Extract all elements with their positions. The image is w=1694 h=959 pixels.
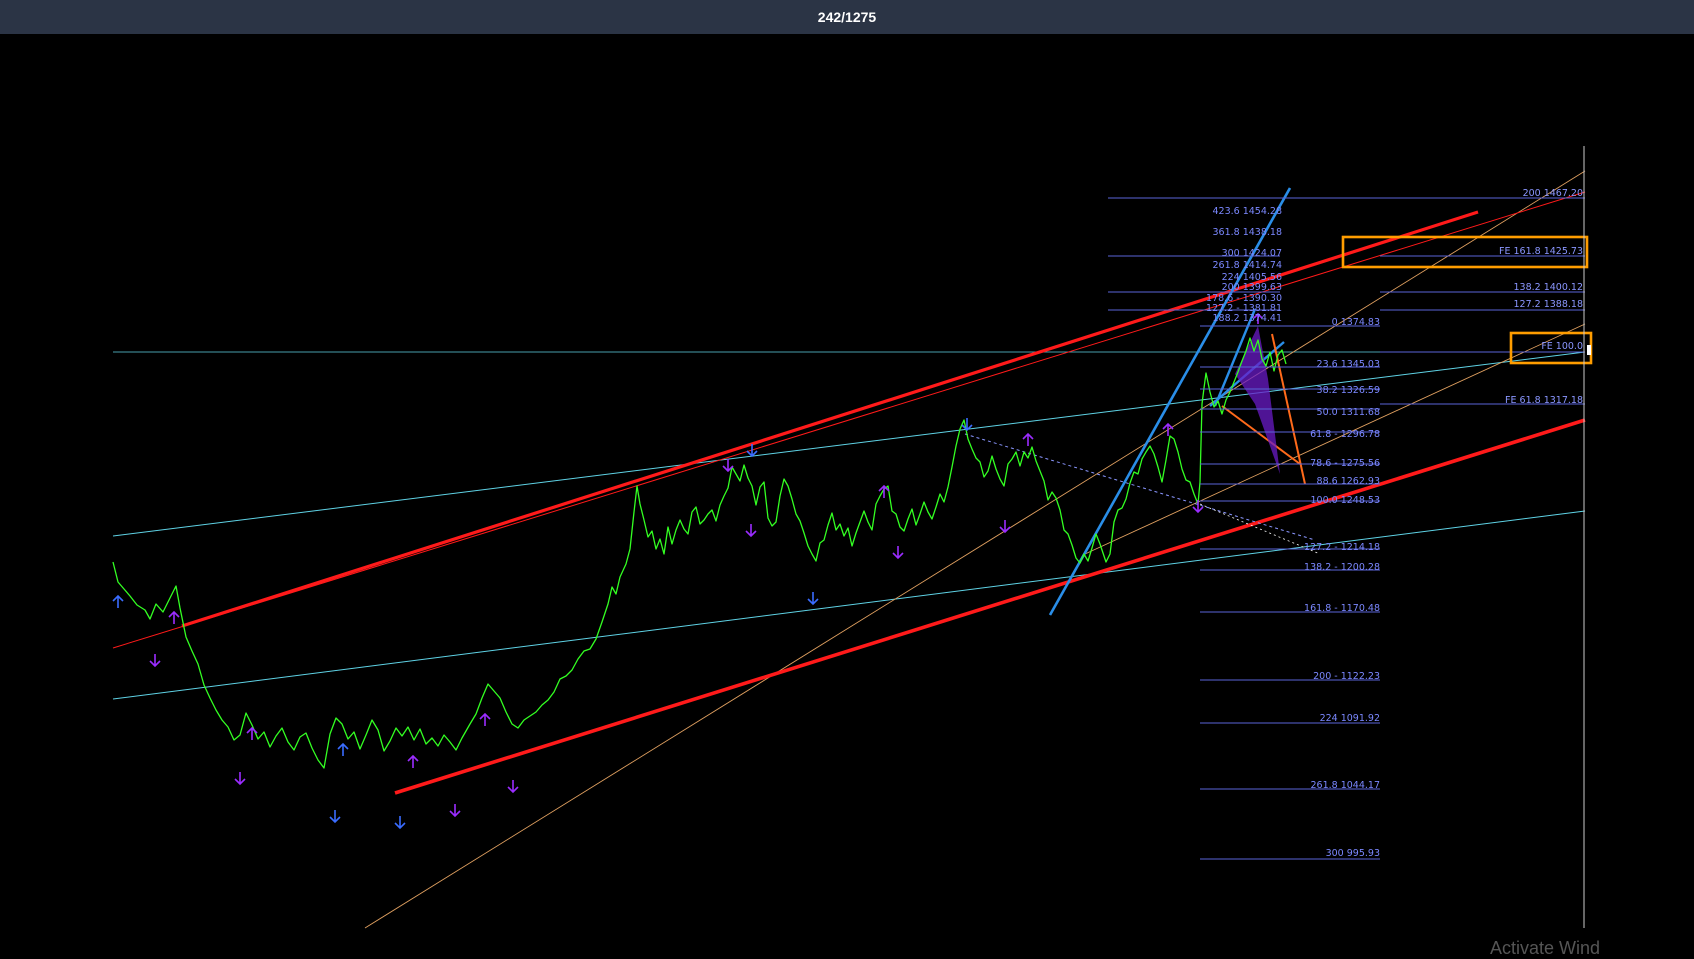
fe-label: 127.2 1388.18 xyxy=(1513,299,1583,310)
fe-label: FE 100.0 xyxy=(1541,341,1583,352)
fib-right-label: 88.6 1262.93 xyxy=(1317,476,1380,487)
fib-right-label: 0 1374.83 xyxy=(1332,317,1380,328)
fib-center-label: 300 1424.07 xyxy=(1222,248,1282,259)
white-dotted-projection xyxy=(964,433,1316,541)
red-channel-upper xyxy=(112,191,1586,649)
tan-line-steep xyxy=(364,170,1586,929)
fib-center-label: 188.2 1374.41 xyxy=(1212,313,1282,324)
fib-right-label: 23.6 1345.03 xyxy=(1317,359,1380,370)
fib-right-label: 100.0 1248.53 xyxy=(1310,495,1380,506)
fib-center-label: 261.8 1414.74 xyxy=(1212,260,1282,271)
price-axis-marker xyxy=(1587,345,1591,355)
fib-extension-labels: 127.2 - 1214.18 138.2 - 1200.28 161.8 - … xyxy=(1304,542,1380,859)
fib-extension-label: 138.2 - 1200.28 xyxy=(1304,562,1380,573)
fe-labels: 200 1467.20 FE 161.8 1425.73 138.2 1400.… xyxy=(1499,188,1583,406)
activation-watermark: Activate Wind xyxy=(1490,938,1601,958)
price-line xyxy=(112,337,1287,769)
fib-extension-label: 261.8 1044.17 xyxy=(1310,780,1380,791)
fib-center-label: 361.8 1438.18 xyxy=(1212,227,1282,238)
page-counter: 242/1275 xyxy=(817,9,877,25)
white-dotted-down xyxy=(1199,503,1321,555)
fe-label: FE 161.8 1425.73 xyxy=(1499,246,1583,257)
fib-center-label: 200 1399.63 xyxy=(1222,282,1282,293)
fib-extension-label: 200 - 1122.23 xyxy=(1313,671,1380,682)
fib-extension-label: 224 1091.92 xyxy=(1320,713,1380,724)
purple-harmonic-fill xyxy=(1235,326,1280,474)
fib-right-label: 61.8 - 1296.78 xyxy=(1310,429,1380,440)
fib-center-label: 423.6 1454.28 xyxy=(1212,206,1282,217)
cyan-channel-upper xyxy=(112,351,1586,537)
fib-level-lines xyxy=(1108,197,1585,860)
fractal-arrows xyxy=(112,312,1263,830)
red-channel-lower xyxy=(394,418,1586,795)
fe-label: FE 61.8 1317.18 xyxy=(1505,395,1583,406)
price-chart[interactable]: 423.6 1454.28 361.8 1438.18 300 1424.07 … xyxy=(0,34,1694,955)
fib-extension-label: 300 995.93 xyxy=(1326,848,1380,859)
fe-label: 138.2 1400.12 xyxy=(1513,282,1583,293)
fib-right-label: 38.2 1326.59 xyxy=(1317,385,1380,396)
arrow-icon xyxy=(112,312,1263,830)
fib-retracement-labels: 0 1374.83 23.6 1345.03 38.2 1326.59 50.0… xyxy=(1310,317,1380,506)
fib-right-label: 50.0 1311.68 xyxy=(1317,407,1380,418)
red-channel-upper-bold xyxy=(181,210,1479,628)
viewer-header: 242/1275 xyxy=(0,0,1694,34)
fe-label: 200 1467.20 xyxy=(1523,188,1583,199)
fib-extension-label: 161.8 - 1170.48 xyxy=(1304,603,1380,614)
fib-right-label: 78.6 - 1275.56 xyxy=(1310,458,1380,469)
fib-extension-label: 127.2 - 1214.18 xyxy=(1304,542,1380,553)
